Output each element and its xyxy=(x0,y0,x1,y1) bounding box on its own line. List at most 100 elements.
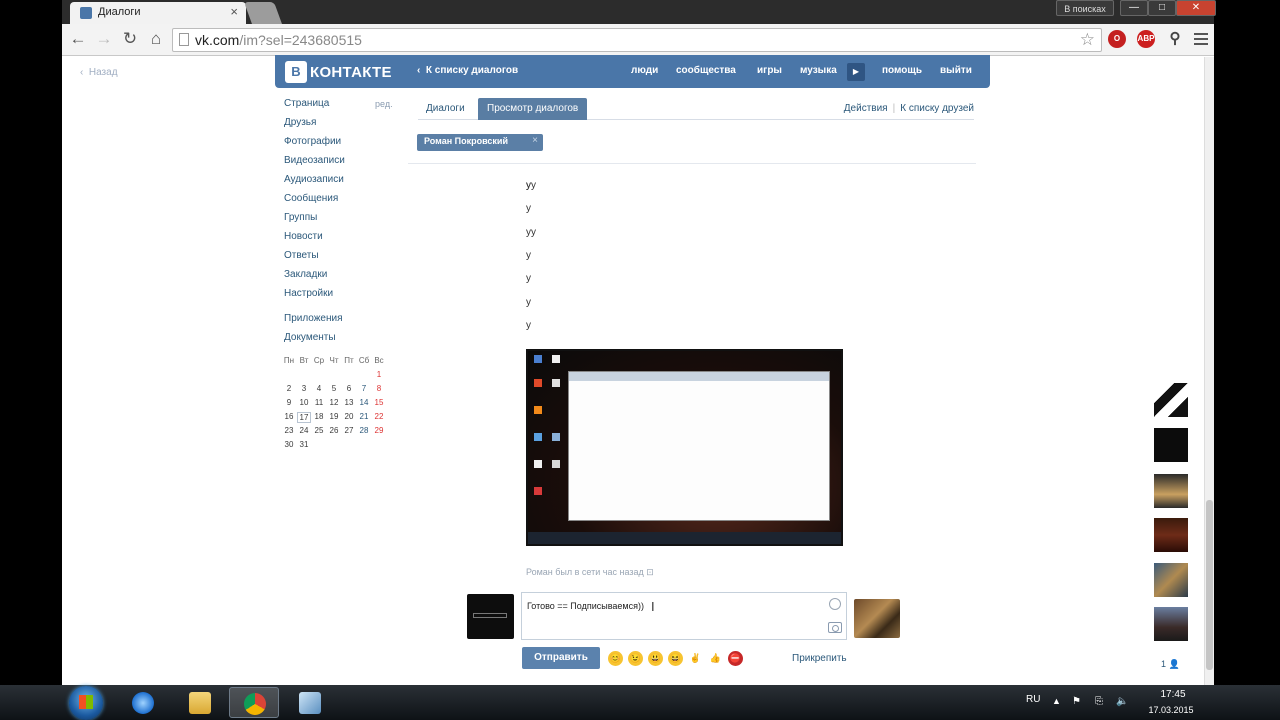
friend-thumbnail[interactable] xyxy=(1154,607,1188,641)
person-close-icon[interactable]: × xyxy=(532,135,538,146)
menu-item-settings[interactable]: Настройки xyxy=(284,288,333,299)
calendar-day[interactable]: 24 xyxy=(297,426,311,435)
calendar-day[interactable]: 15 xyxy=(372,398,386,407)
calendar-day[interactable]: 20 xyxy=(342,412,356,421)
emoji-stop-icon[interactable]: ⛔ xyxy=(728,651,743,666)
friend-thumbnail[interactable] xyxy=(1154,428,1188,462)
menu-edit-link[interactable]: ред. xyxy=(375,99,393,109)
menu-item-videos[interactable]: Видеозаписи xyxy=(284,155,345,166)
search-badge[interactable]: В поисках xyxy=(1056,0,1114,16)
language-indicator[interactable]: RU xyxy=(1026,694,1040,705)
bookmark-star-icon[interactable]: ☆ xyxy=(1080,30,1095,50)
address-bar[interactable]: vk.com/im?sel=243680515 ☆ xyxy=(172,28,1102,52)
calendar-day[interactable]: 5 xyxy=(327,384,341,393)
menu-item-answers[interactable]: Ответы xyxy=(284,250,319,261)
emoji-victory-icon[interactable]: ✌ xyxy=(688,651,703,666)
taskbar-app[interactable] xyxy=(285,687,335,718)
reload-icon[interactable]: ↻ xyxy=(120,29,140,49)
calendar-day[interactable]: 17 xyxy=(297,412,311,423)
calendar-day[interactable]: 26 xyxy=(327,426,341,435)
calendar-day[interactable]: 21 xyxy=(357,412,371,421)
tab-view-dialogs[interactable]: Просмотр диалогов xyxy=(478,98,588,120)
scrollbar-thumb[interactable] xyxy=(1206,500,1213,670)
calendar-day[interactable]: 23 xyxy=(282,426,296,435)
actions-link[interactable]: Действия xyxy=(844,103,888,114)
tab-dialogs-page[interactable]: Диалоги × xyxy=(70,2,246,24)
emoji-wink-icon[interactable]: 😉 xyxy=(628,651,643,666)
menu-item-messages[interactable]: Сообщения xyxy=(284,193,338,204)
menu-item-groups[interactable]: Группы xyxy=(284,212,317,223)
calendar-day[interactable]: 14 xyxy=(357,398,371,407)
calendar-day[interactable]: 4 xyxy=(312,384,326,393)
maximize-button[interactable]: □ xyxy=(1148,0,1176,16)
nav-music[interactable]: музыка xyxy=(800,65,837,76)
send-button[interactable]: Отправить xyxy=(522,647,600,669)
calendar-day[interactable]: 22 xyxy=(372,412,386,421)
calendar-day[interactable]: 18 xyxy=(312,412,326,421)
menu-item-page[interactable]: Страница xyxy=(284,98,329,109)
menu-item-documents[interactable]: Документы xyxy=(284,332,336,343)
home-icon[interactable]: ⌂ xyxy=(146,29,166,49)
friends-list-link[interactable]: К списку друзей xyxy=(900,103,974,114)
calendar-day[interactable]: 10 xyxy=(297,398,311,407)
calendar-day[interactable]: 19 xyxy=(327,412,341,421)
nav-help[interactable]: помощь xyxy=(882,65,922,76)
calendar-day[interactable]: 31 xyxy=(297,440,311,449)
calendar-day[interactable]: 1 xyxy=(372,370,386,379)
emoji-laugh-icon[interactable]: 😆 xyxy=(668,651,683,666)
calendar-day[interactable]: 30 xyxy=(282,440,296,449)
calendar-day[interactable]: 11 xyxy=(312,398,326,407)
back-link[interactable]: ‹ Назад xyxy=(80,67,118,78)
back-to-dialogs-link[interactable]: ‹ К списку диалогов xyxy=(417,65,518,76)
calendar-day[interactable]: 27 xyxy=(342,426,356,435)
calendar-day[interactable]: 6 xyxy=(342,384,356,393)
attach-link[interactable]: Прикрепить xyxy=(792,653,847,664)
new-tab-button[interactable] xyxy=(243,2,283,24)
taskbar-explorer[interactable] xyxy=(175,687,225,718)
online-friends-count[interactable]: 1 👤 xyxy=(1161,659,1180,670)
calendar-day[interactable]: 16 xyxy=(282,412,296,421)
friend-thumbnail[interactable] xyxy=(1154,563,1188,597)
calendar-day[interactable]: 3 xyxy=(297,384,311,393)
forward-arrow-icon[interactable]: → xyxy=(94,29,114,49)
calendar-day[interactable]: 28 xyxy=(357,426,371,435)
calendar-day[interactable]: 12 xyxy=(327,398,341,407)
clock-date[interactable]: 17.03.2015 xyxy=(1142,705,1200,715)
music-play-icon[interactable]: ▶ xyxy=(847,63,865,81)
nav-communities[interactable]: сообщества xyxy=(676,65,736,76)
calendar-day[interactable]: 7 xyxy=(357,384,371,393)
nav-games[interactable]: игры xyxy=(757,65,782,76)
calendar-day[interactable]: 2 xyxy=(282,384,296,393)
calendar-day[interactable]: 9 xyxy=(282,398,296,407)
back-arrow-icon[interactable]: ← xyxy=(68,29,88,49)
conversation-person-chip[interactable]: Роман Покровский × xyxy=(417,134,543,151)
opera-extension-icon[interactable]: O xyxy=(1108,30,1126,48)
close-window-button[interactable]: ✕ xyxy=(1176,0,1216,16)
menu-icon[interactable] xyxy=(1194,30,1208,48)
menu-item-news[interactable]: Новости xyxy=(284,231,323,242)
friend-thumbnail[interactable] xyxy=(1154,518,1188,552)
calendar-day[interactable]: 29 xyxy=(372,426,386,435)
taskbar-ie[interactable] xyxy=(118,687,168,718)
smile-icon[interactable] xyxy=(829,598,841,610)
tab-dialogs[interactable]: Диалоги xyxy=(426,103,465,114)
emoji-smile-icon[interactable]: 😊 xyxy=(608,651,623,666)
adblock-extension-icon[interactable]: ABP xyxy=(1137,30,1155,48)
camera-icon[interactable] xyxy=(828,622,842,633)
nav-people[interactable]: люди xyxy=(631,65,658,76)
menu-item-audio[interactable]: Аудиозаписи xyxy=(284,174,344,185)
tools-extension-icon[interactable]: ⚲ xyxy=(1166,30,1184,48)
calendar-day[interactable]: 8 xyxy=(372,384,386,393)
friend-thumbnail[interactable] xyxy=(1154,383,1188,417)
emoji-grin-icon[interactable]: 😃 xyxy=(648,651,663,666)
network-icon[interactable]: ⎘ xyxy=(1095,696,1107,708)
message-input-text[interactable]: Готово == Подписываемся)) xyxy=(527,601,644,611)
start-button[interactable] xyxy=(69,686,103,720)
calendar-day[interactable]: 13 xyxy=(342,398,356,407)
volume-icon[interactable]: 🔈 xyxy=(1116,696,1128,708)
emoji-thumbsup-icon[interactable]: 👍 xyxy=(708,651,723,666)
my-avatar[interactable] xyxy=(467,594,514,639)
menu-item-photos[interactable]: Фотографии xyxy=(284,136,341,147)
clock-time[interactable]: 17:45 xyxy=(1158,689,1188,700)
attached-screenshot-image[interactable] xyxy=(526,349,843,546)
